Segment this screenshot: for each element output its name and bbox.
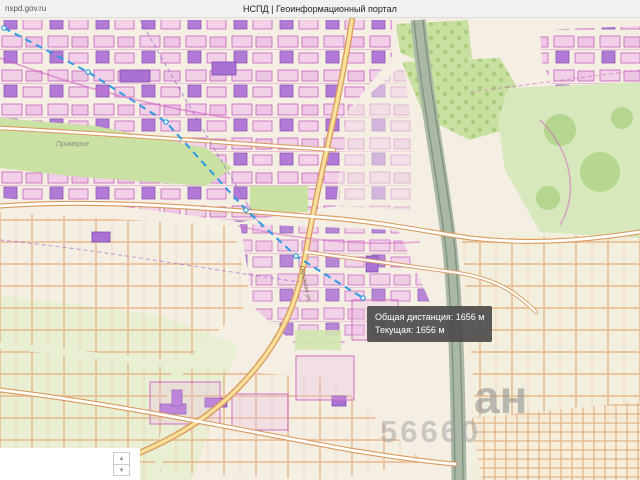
site-url-label: nspd.gov.ru [5, 4, 47, 13]
measurement-tooltip: Общая дистанция: 1656 м Текущая: 1656 м [367, 306, 493, 343]
tooltip-current-distance: Текущая: 1656 м [375, 325, 445, 336]
chevron-up-icon: ▴ [119, 454, 124, 462]
value-stepper: ▴ ▾ [113, 452, 130, 476]
app-title: НСПД | Геоинформационный портал [243, 3, 397, 14]
bottom-panel: ▴ ▾ [0, 448, 140, 480]
chevron-down-icon: ▾ [119, 465, 124, 474]
top-bar: nspd.gov.ru НСПД | Геоинформационный пор… [0, 0, 640, 18]
stepper-down-button[interactable]: ▾ [113, 464, 130, 476]
tooltip-total-distance: Общая дистанция: 1656 м [375, 312, 485, 322]
stepper-up-button[interactable]: ▴ [113, 452, 130, 464]
map-container: Приморье Окружная ул. [0, 18, 640, 480]
map-label-district: Приморье [56, 141, 89, 148]
map-canvas[interactable]: Приморье Окружная ул. [0, 18, 640, 480]
